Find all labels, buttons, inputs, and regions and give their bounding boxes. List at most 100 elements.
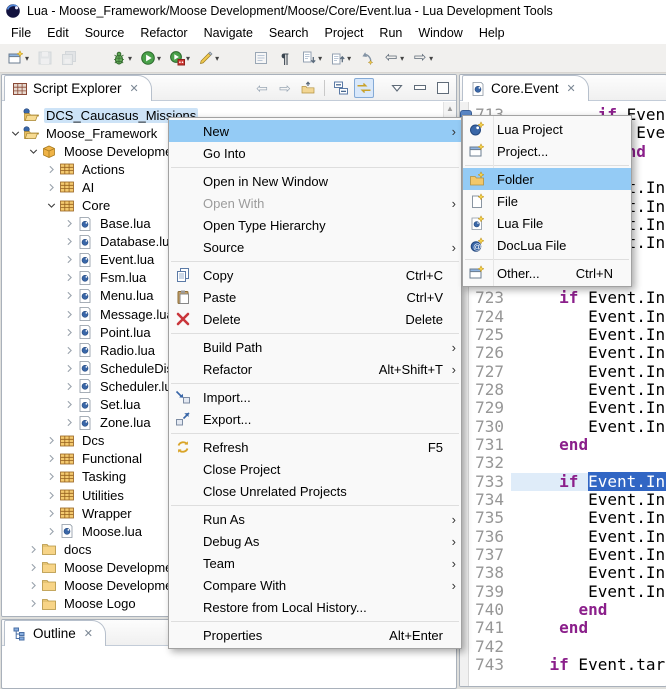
menu-item-open-with[interactable]: Open With› <box>169 192 461 214</box>
dropdown-caret-icon[interactable]: ▾ <box>128 54 132 63</box>
chevron-collapsed-icon[interactable] <box>62 325 76 339</box>
menu-item-run-as[interactable]: Run As› <box>169 508 461 530</box>
scroll-up-icon[interactable]: ▲ <box>446 104 454 113</box>
back-sm-button[interactable]: ⇦ <box>252 78 272 98</box>
menu-item-close-unrelated-projects[interactable]: Close Unrelated Projects <box>169 480 461 502</box>
menubar-item-help[interactable]: Help <box>471 23 513 43</box>
dropdown-caret-icon[interactable]: ▾ <box>25 54 29 63</box>
toolbar-mark-occurrences-button[interactable] <box>251 48 271 68</box>
chevron-expanded-icon[interactable] <box>26 144 40 158</box>
toolbar-new-wizard-button[interactable]: ▾ <box>6 48 31 68</box>
menu-item-open-type-hierarchy[interactable]: Open Type Hierarchy <box>169 214 461 236</box>
toolbar-run-last-button[interactable]: ▾ <box>167 48 192 68</box>
menu-item-project[interactable]: Project... <box>463 140 631 162</box>
toolbar-run-button[interactable]: ▾ <box>138 48 163 68</box>
chevron-collapsed-icon[interactable] <box>26 615 40 616</box>
chevron-collapsed-icon[interactable] <box>62 343 76 357</box>
chevron-collapsed-icon[interactable] <box>62 289 76 303</box>
menu-item-build-path[interactable]: Build Path› <box>169 336 461 358</box>
forward-sm-button[interactable]: ⇨ <box>275 78 295 98</box>
toolbar-save-all-button[interactable] <box>59 48 79 68</box>
toolbar-next-annotation-button[interactable]: ▾ <box>299 48 324 68</box>
toolbar-pilcrow-button[interactable]: ¶ <box>275 48 295 68</box>
close-icon[interactable]: ✕ <box>567 82 576 95</box>
chevron-collapsed-icon[interactable] <box>62 253 76 267</box>
menubar-item-run[interactable]: Run <box>371 23 410 43</box>
menu-item-export[interactable]: Export... <box>169 408 461 430</box>
toolbar-prev-annotation-button[interactable]: ▾ <box>328 48 353 68</box>
menubar-item-navigate[interactable]: Navigate <box>196 23 261 43</box>
menu-item-doclua-file[interactable]: @DocLua File <box>463 234 631 256</box>
menu-item-import[interactable]: Import... <box>169 386 461 408</box>
chevron-collapsed-icon[interactable] <box>62 398 76 412</box>
toolbar-external-tools-button[interactable]: ▾ <box>196 48 221 68</box>
chevron-collapsed-icon[interactable] <box>26 597 40 611</box>
menu-item-delete[interactable]: DeleteDelete <box>169 308 461 330</box>
menubar-item-window[interactable]: Window <box>410 23 470 43</box>
menu-item-refactor[interactable]: RefactorAlt+Shift+T› <box>169 358 461 380</box>
minimize-button[interactable] <box>410 78 430 98</box>
menu-item-go-into[interactable]: Go Into <box>169 142 461 164</box>
menu-item-refresh[interactable]: RefreshF5 <box>169 436 461 458</box>
dropdown-caret-icon[interactable]: ▾ <box>215 54 219 63</box>
chevron-collapsed-icon[interactable] <box>62 379 76 393</box>
chevron-collapsed-icon[interactable] <box>44 488 58 502</box>
chevron-collapsed-icon[interactable] <box>62 416 76 430</box>
chevron-collapsed-icon[interactable] <box>44 506 58 520</box>
chevron-collapsed-icon[interactable] <box>44 524 58 538</box>
menubar-item-refactor[interactable]: Refactor <box>132 23 195 43</box>
chevron-collapsed-icon[interactable] <box>62 217 76 231</box>
menu-item-lua-project[interactable]: Lua Project <box>463 118 631 140</box>
toolbar-last-edit-location-button[interactable] <box>357 48 377 68</box>
menu-item-copy[interactable]: CopyCtrl+C <box>169 264 461 286</box>
menu-item-source[interactable]: Source› <box>169 236 461 258</box>
close-icon[interactable]: ✕ <box>130 82 139 95</box>
chevron-collapsed-icon[interactable] <box>62 271 76 285</box>
menubar-item-source[interactable]: Source <box>77 23 133 43</box>
chevron-expanded-icon[interactable] <box>8 126 22 140</box>
collapse-all-button[interactable] <box>331 78 351 98</box>
chevron-collapsed-icon[interactable] <box>44 470 58 484</box>
menu-item-debug-as[interactable]: Debug As› <box>169 530 461 552</box>
chevron-collapsed-icon[interactable] <box>44 180 58 194</box>
dropdown-caret-icon[interactable]: ▾ <box>157 54 161 63</box>
toolbar-back-button[interactable]: ⇦▾ <box>381 48 406 68</box>
toolbar-forward-button[interactable]: ⇨▾ <box>410 48 435 68</box>
toolbar-debug-button[interactable]: ▾ <box>109 48 134 68</box>
tab-outline[interactable]: Outline ✕ <box>4 620 106 646</box>
menu-item-other[interactable]: Other...Ctrl+N <box>463 262 631 284</box>
chevron-collapsed-icon[interactable] <box>26 542 40 556</box>
chevron-collapsed-icon[interactable] <box>62 307 76 321</box>
link-editor-button[interactable] <box>354 78 374 98</box>
menu-item-compare-with[interactable]: Compare With› <box>169 574 461 596</box>
menubar-item-project[interactable]: Project <box>317 23 372 43</box>
chevron-collapsed-icon[interactable] <box>26 578 40 592</box>
menu-item-open-in-new-window[interactable]: Open in New Window <box>169 170 461 192</box>
chevron-collapsed-icon[interactable] <box>26 560 40 574</box>
up-sm-button[interactable] <box>298 78 318 98</box>
toolbar-save-button[interactable] <box>35 48 55 68</box>
chevron-collapsed-icon[interactable] <box>44 434 58 448</box>
dropdown-caret-icon[interactable]: ▾ <box>318 54 322 63</box>
menu-item-folder[interactable]: Folder <box>463 168 631 190</box>
chevron-collapsed-icon[interactable] <box>44 452 58 466</box>
menu-item-restore-from-local-history[interactable]: Restore from Local History... <box>169 596 461 618</box>
dropdown-caret-icon[interactable]: ▾ <box>400 54 404 63</box>
menu-item-new[interactable]: New› <box>169 120 461 142</box>
chevron-collapsed-icon[interactable] <box>62 235 76 249</box>
view-menu-button[interactable] <box>387 78 407 98</box>
close-icon[interactable]: ✕ <box>84 627 93 640</box>
menu-item-close-project[interactable]: Close Project <box>169 458 461 480</box>
menubar-item-search[interactable]: Search <box>261 23 317 43</box>
menubar-item-edit[interactable]: Edit <box>39 23 77 43</box>
chevron-collapsed-icon[interactable] <box>44 162 58 176</box>
menubar-item-file[interactable]: File <box>3 23 39 43</box>
menu-item-paste[interactable]: PasteCtrl+V <box>169 286 461 308</box>
dropdown-caret-icon[interactable]: ▾ <box>429 54 433 63</box>
chevron-expanded-icon[interactable] <box>44 199 58 213</box>
menu-item-team[interactable]: Team› <box>169 552 461 574</box>
menu-item-lua-file[interactable]: Lua File <box>463 212 631 234</box>
dropdown-caret-icon[interactable]: ▾ <box>347 54 351 63</box>
chevron-collapsed-icon[interactable] <box>62 361 76 375</box>
menu-item-properties[interactable]: PropertiesAlt+Enter <box>169 624 461 646</box>
